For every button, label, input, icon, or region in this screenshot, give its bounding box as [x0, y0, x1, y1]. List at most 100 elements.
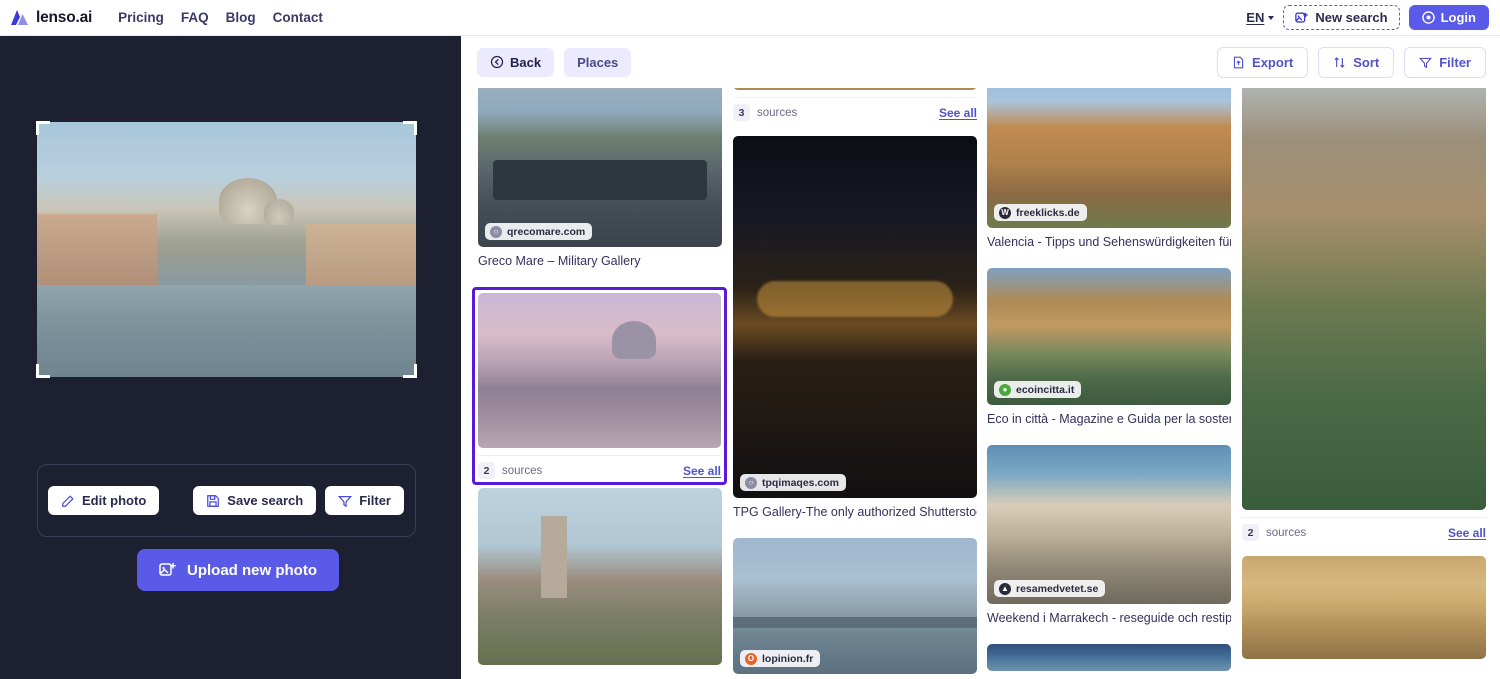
result-title[interactable]: Greco Mare – Military Gallery: [478, 254, 722, 268]
save-search-button[interactable]: Save search: [193, 486, 317, 515]
result-card-selected[interactable]: 2 sources See all: [472, 287, 727, 485]
photo-controls-bar: Edit photo Save search Filter: [37, 464, 416, 537]
filter-funnel-icon-toolbar: [1419, 56, 1433, 69]
photo-basilica-dome-small: [264, 198, 295, 225]
result-title[interactable]: Weekend i Marrakech - reseguide och rest…: [987, 611, 1231, 625]
nav-link-faq[interactable]: FAQ: [181, 10, 209, 25]
sources-label: sources: [1266, 526, 1307, 539]
result-thumbnail[interactable]: ▲ resamedvetet.se: [987, 445, 1231, 604]
image-plus-icon: [1295, 11, 1309, 25]
chevron-down-icon: [1268, 15, 1275, 20]
result-card[interactable]: [478, 488, 722, 665]
crop-handle-bottom-left[interactable]: [36, 364, 50, 378]
filter-button[interactable]: Filter: [1404, 46, 1486, 78]
result-thumbnail[interactable]: [1242, 59, 1486, 510]
result-image: [987, 644, 1231, 671]
source-badge[interactable]: Wfreeklicks.de: [994, 204, 1087, 221]
source-badge[interactable]: ● ecoincitta.it: [994, 381, 1082, 398]
result-card[interactable]: Olopinion.frArticles sur le thème Londre…: [733, 538, 977, 679]
source-badge[interactable]: ▲ resamedvetet.se: [994, 580, 1106, 597]
back-arrow-icon: [490, 55, 504, 69]
sources-label: sources: [502, 464, 543, 477]
result-thumbnail[interactable]: [478, 293, 721, 448]
result-card[interactable]: [1242, 556, 1486, 659]
filter-label-left: Filter: [359, 493, 391, 508]
result-title[interactable]: Eco in città - Magazine e Guida per la s…: [987, 412, 1231, 426]
query-photo-panel: Edit photo Save search Filter Upload new…: [0, 36, 461, 679]
nav-link-contact[interactable]: Contact: [273, 10, 323, 25]
result-card[interactable]: ○ qrecomare.com Greco Mare – Military Gall…: [478, 65, 722, 268]
result-card[interactable]: 2 sources See all: [1242, 59, 1486, 541]
nav-right-group: EN New search Login: [1246, 5, 1489, 30]
result-card[interactable]: ● ecoincitta.it Eco in città - Magazine e …: [987, 268, 1231, 426]
language-value: EN: [1246, 10, 1265, 25]
login-button[interactable]: Login: [1408, 5, 1489, 30]
upload-label: Upload new photo: [187, 561, 317, 579]
export-file-icon: [1232, 56, 1245, 69]
crop-handle-bottom-right[interactable]: [403, 364, 417, 378]
result-image: [478, 488, 722, 665]
source-badge[interactable]: Olopinion.fr: [740, 650, 821, 667]
see-all-link[interactable]: See all: [683, 464, 721, 478]
back-label: Back: [510, 54, 542, 70]
result-thumbnail[interactable]: [1242, 556, 1486, 659]
source-domain-label: lopinion.fr: [762, 652, 814, 665]
see-all-link[interactable]: See all: [939, 106, 977, 120]
edit-photo-button[interactable]: Edit photo: [48, 486, 160, 515]
result-card[interactable]: ▲ resamedvetet.se Weekend i Marrakech - re…: [987, 445, 1231, 625]
result-thumbnail[interactable]: [478, 488, 722, 665]
upload-new-photo-button[interactable]: Upload new photo: [137, 549, 339, 591]
result-image: [478, 65, 722, 247]
source-domain-label: freeklicks.de: [1016, 206, 1080, 219]
source-badge[interactable]: ○ qrecomare.com: [485, 223, 593, 240]
sort-button[interactable]: Sort: [1318, 46, 1395, 78]
result-thumbnail[interactable]: ● ecoincitta.it: [987, 268, 1231, 405]
brand-logo[interactable]: lenso.ai: [10, 9, 92, 27]
sort-label: Sort: [1353, 54, 1380, 70]
source-count-badge: 3: [733, 104, 750, 121]
see-all-link[interactable]: See all: [1448, 526, 1486, 540]
places-label: Places: [577, 54, 619, 70]
back-button[interactable]: Back: [477, 47, 555, 77]
result-image: [1242, 59, 1486, 510]
result-thumbnail[interactable]: Olopinion.fr: [733, 538, 977, 674]
filter-label: Filter: [1439, 54, 1471, 70]
top-navigation-bar: lenso.ai Pricing FAQ Blog Contact EN New…: [0, 0, 1500, 36]
leaf-icon: ●: [999, 383, 1011, 396]
nav-link-pricing[interactable]: Pricing: [118, 10, 164, 25]
login-label: Login: [1440, 10, 1476, 25]
export-button[interactable]: Export: [1217, 46, 1309, 78]
result-card[interactable]: [987, 644, 1231, 671]
lenso-logo-icon: [10, 9, 29, 26]
result-thumbnail[interactable]: [987, 644, 1231, 671]
filter-button-left[interactable]: Filter: [325, 486, 404, 515]
toolbar-actions: Export Sort Filter: [1217, 46, 1486, 78]
source-count-badge: 2: [1242, 524, 1259, 541]
result-title[interactable]: Valencia - Tipps und Sehenswürdigkeiten …: [987, 235, 1231, 249]
result-thumbnail[interactable]: ○ qrecomare.com: [478, 65, 722, 247]
source-domain-label: qrecomare.com: [507, 225, 586, 238]
filter-funnel-icon: [338, 494, 353, 508]
language-selector[interactable]: EN: [1246, 10, 1275, 25]
sources-row: 2 sources See all: [1242, 517, 1486, 541]
crop-handle-top-left[interactable]: [36, 121, 50, 135]
result-card[interactable]: ○ tpqimaqes.com TPG Gallery-The only autho…: [733, 136, 977, 519]
result-title[interactable]: TPG Gallery-The only authorized Shutters…: [733, 505, 977, 519]
query-photo-frame[interactable]: [36, 121, 417, 378]
source-domain-label: tpqimaqes.com: [762, 476, 840, 489]
sources-label: sources: [757, 106, 798, 119]
sources-row: 3 sources See all: [733, 97, 977, 121]
o-icon: O: [745, 652, 757, 665]
new-search-button[interactable]: New search: [1283, 5, 1400, 30]
nav-link-blog[interactable]: Blog: [226, 10, 256, 25]
result-card[interactable]: Wfreeklicks.de Valencia - Tipps und Sehen…: [987, 65, 1231, 249]
tab-places[interactable]: Places: [564, 47, 632, 77]
wordpress-icon: W: [999, 206, 1011, 219]
result-thumbnail[interactable]: Wfreeklicks.de: [987, 65, 1231, 228]
result-thumbnail[interactable]: ○ tpqimaqes.com: [733, 136, 977, 498]
new-search-label: New search: [1315, 10, 1388, 25]
photo-canal-water: [37, 285, 416, 377]
source-count-badge: 2: [478, 462, 495, 479]
crop-handle-top-right[interactable]: [403, 121, 417, 135]
source-badge[interactable]: ○ tpqimaqes.com: [740, 474, 847, 491]
